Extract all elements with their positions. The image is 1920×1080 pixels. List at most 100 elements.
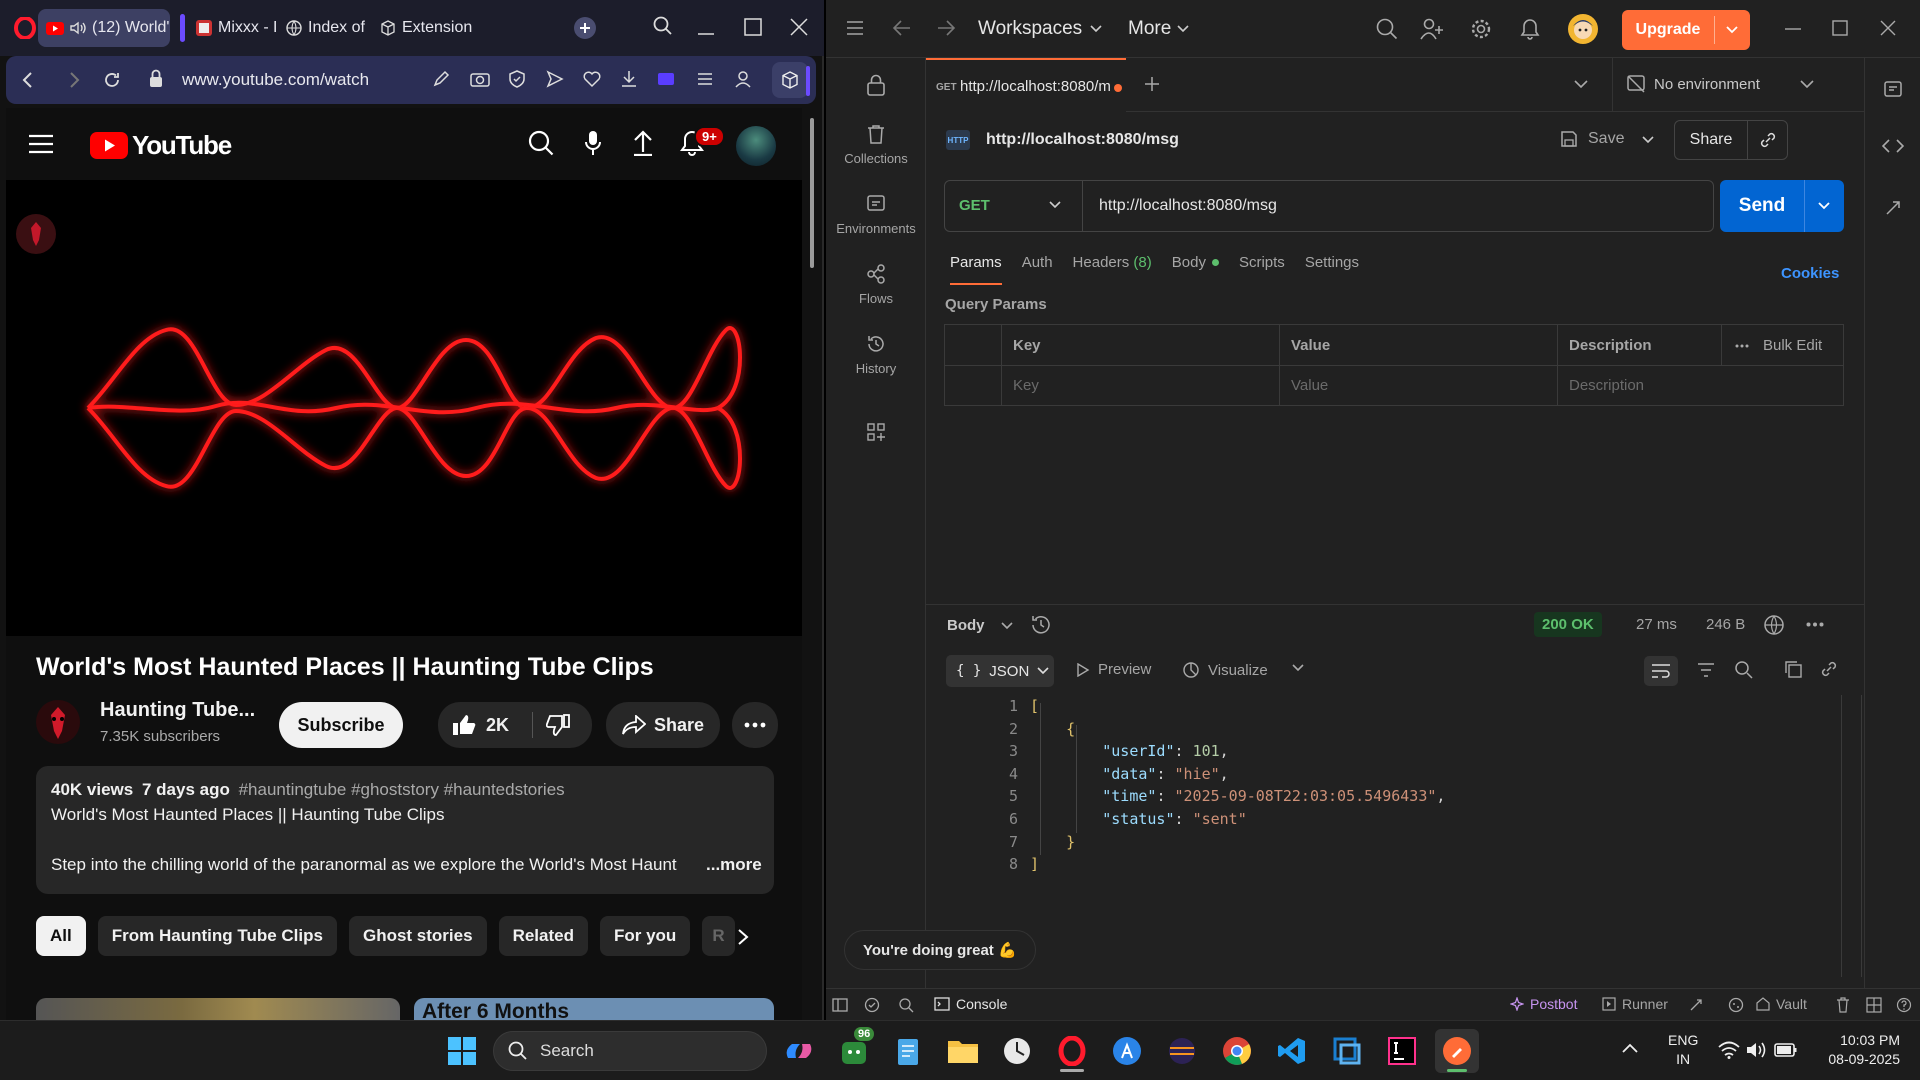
comments-icon[interactable] — [1883, 80, 1903, 100]
tab-youtube[interactable]: (12) World's M — [38, 9, 170, 47]
chevron-down-icon[interactable] — [1574, 80, 1588, 89]
extensions-cube-icon[interactable] — [772, 62, 808, 98]
chevron-down-icon[interactable] — [1292, 664, 1304, 672]
postbot-button[interactable]: Postbot — [1510, 996, 1577, 1012]
environment-selector[interactable]: No environment — [1626, 74, 1814, 94]
back-icon[interactable] — [18, 70, 38, 90]
history-icon[interactable] — [1030, 614, 1052, 636]
clock[interactable]: 10:03 PM 08-09-2025 — [1808, 1031, 1900, 1069]
chip-all[interactable]: All — [36, 916, 86, 956]
scrollbar[interactable] — [810, 118, 814, 268]
key-input[interactable]: Key — [1013, 377, 1039, 394]
tab-extensions[interactable]: Extensions — [372, 9, 472, 47]
subscribe-button[interactable]: Subscribe — [279, 702, 403, 748]
cookies-link[interactable]: Cookies — [1781, 265, 1839, 282]
wrap-lines-icon[interactable] — [1644, 656, 1678, 686]
search-icon[interactable] — [1376, 18, 1398, 40]
chevron-right-icon[interactable] — [728, 922, 758, 952]
description-input[interactable]: Description — [1569, 377, 1644, 394]
channel-name[interactable]: Haunting Tube... — [100, 699, 255, 722]
video-thumbnail[interactable] — [36, 998, 400, 1020]
upgrade-button[interactable]: Upgrade — [1622, 10, 1750, 50]
eclipse-icon[interactable] — [1160, 1029, 1204, 1073]
easy-setup-icon[interactable] — [696, 70, 714, 88]
language-indicator[interactable]: ENG IN — [1668, 1031, 1698, 1069]
find-icon[interactable] — [898, 997, 914, 1013]
filter-icon[interactable] — [1697, 662, 1715, 678]
wifi-icon[interactable] — [1718, 1041, 1740, 1059]
request-tab[interactable]: GET http://localhost:8080/m — [926, 58, 1126, 112]
copy-icon[interactable] — [1784, 660, 1802, 678]
android-studio-icon[interactable]: 96 — [832, 1027, 876, 1073]
minimize-icon[interactable] — [1784, 20, 1802, 38]
download-icon[interactable] — [620, 70, 638, 88]
console-button[interactable]: Console — [934, 996, 1007, 1012]
postman-icon[interactable] — [1435, 1029, 1479, 1073]
layout-icon[interactable] — [1866, 997, 1882, 1013]
avatar[interactable] — [1568, 14, 1598, 44]
tab-mixxx[interactable]: Mixxx - Do — [188, 9, 276, 47]
heart-icon[interactable] — [582, 70, 602, 88]
invite-icon[interactable] — [1420, 18, 1444, 40]
share-button[interactable]: Share — [606, 702, 720, 748]
avatar[interactable] — [736, 126, 776, 166]
preview-button[interactable]: Preview — [1076, 661, 1151, 678]
response-body-select[interactable]: Body — [947, 617, 1013, 634]
code-icon[interactable] — [1882, 138, 1904, 154]
related-icon[interactable] — [1883, 198, 1903, 218]
chevron-down-icon[interactable] — [1642, 136, 1654, 144]
link-icon[interactable] — [1820, 660, 1838, 678]
status-badge[interactable]: 200 OK — [1534, 612, 1602, 637]
shield-icon[interactable] — [508, 70, 526, 88]
youtube-logo[interactable]: YouTube — [90, 130, 232, 161]
visualize-button[interactable]: Visualize — [1182, 661, 1268, 679]
chrome-icon[interactable] — [1215, 1029, 1259, 1073]
response-divider[interactable] — [926, 604, 1864, 605]
app-store-icon[interactable] — [1105, 1029, 1149, 1073]
chip[interactable]: From Haunting Tube Clips — [97, 916, 337, 956]
tab-body[interactable]: Body — [1172, 254, 1219, 271]
format-select[interactable]: { } JSON — [946, 655, 1054, 687]
capture-icon[interactable] — [1688, 997, 1704, 1013]
thumbs-down-icon[interactable] — [546, 714, 570, 736]
more-link[interactable]: ...more — [706, 855, 762, 875]
lock-icon[interactable] — [866, 74, 886, 96]
plus-icon[interactable] — [1144, 76, 1160, 92]
new-tab-button[interactable] — [574, 17, 596, 39]
volume-icon[interactable] — [1746, 1041, 1768, 1059]
tab-index[interactable]: Index of / — [278, 9, 368, 47]
sidebar-item-history[interactable]: History — [826, 334, 926, 376]
sidebar-item-collections[interactable]: Collections — [826, 124, 926, 166]
chip[interactable]: For you — [599, 916, 691, 956]
send-arrow-icon[interactable] — [546, 70, 564, 88]
virtualbox-icon[interactable] — [1325, 1029, 1369, 1073]
search-tabs-icon[interactable] — [653, 16, 673, 36]
globe-icon[interactable] — [1763, 614, 1785, 636]
upload-icon[interactable] — [632, 130, 654, 156]
tab-params[interactable]: Params — [950, 254, 1002, 285]
runner-button[interactable]: Runner — [1602, 996, 1668, 1012]
method-select[interactable]: GET — [945, 181, 1083, 231]
sidebar-item-environments[interactable]: Environments — [826, 194, 926, 236]
speaker-icon[interactable] — [70, 21, 86, 35]
response-size[interactable]: 246 B — [1706, 616, 1745, 633]
like-button[interactable]: 2K — [452, 714, 509, 736]
maximize-icon[interactable] — [744, 18, 762, 36]
start-button[interactable] — [440, 1029, 484, 1073]
send-button[interactable]: Send — [1720, 180, 1804, 232]
video-player[interactable] — [6, 180, 802, 636]
vscode-icon[interactable] — [1270, 1029, 1314, 1073]
gear-icon[interactable] — [1470, 18, 1492, 40]
workspaces-menu[interactable]: Workspaces — [978, 18, 1102, 40]
extension-icon[interactable] — [656, 71, 676, 87]
close-icon[interactable] — [790, 18, 808, 36]
reload-icon[interactable] — [102, 70, 122, 90]
chevron-up-icon[interactable] — [1622, 1043, 1638, 1053]
edit-icon[interactable] — [432, 70, 450, 88]
profile-icon[interactable] — [734, 70, 752, 88]
channel-avatar[interactable] — [36, 700, 80, 744]
chevron-down-icon[interactable] — [1726, 26, 1738, 34]
hashtags[interactable]: #hauntingtube #ghoststory #hauntedstorie… — [239, 780, 565, 799]
more-icon[interactable] — [1806, 622, 1824, 627]
response-code-editor[interactable]: 1[2 {3 "userId": 101, 4 "data": "hie", 5 "… — [946, 695, 1862, 985]
